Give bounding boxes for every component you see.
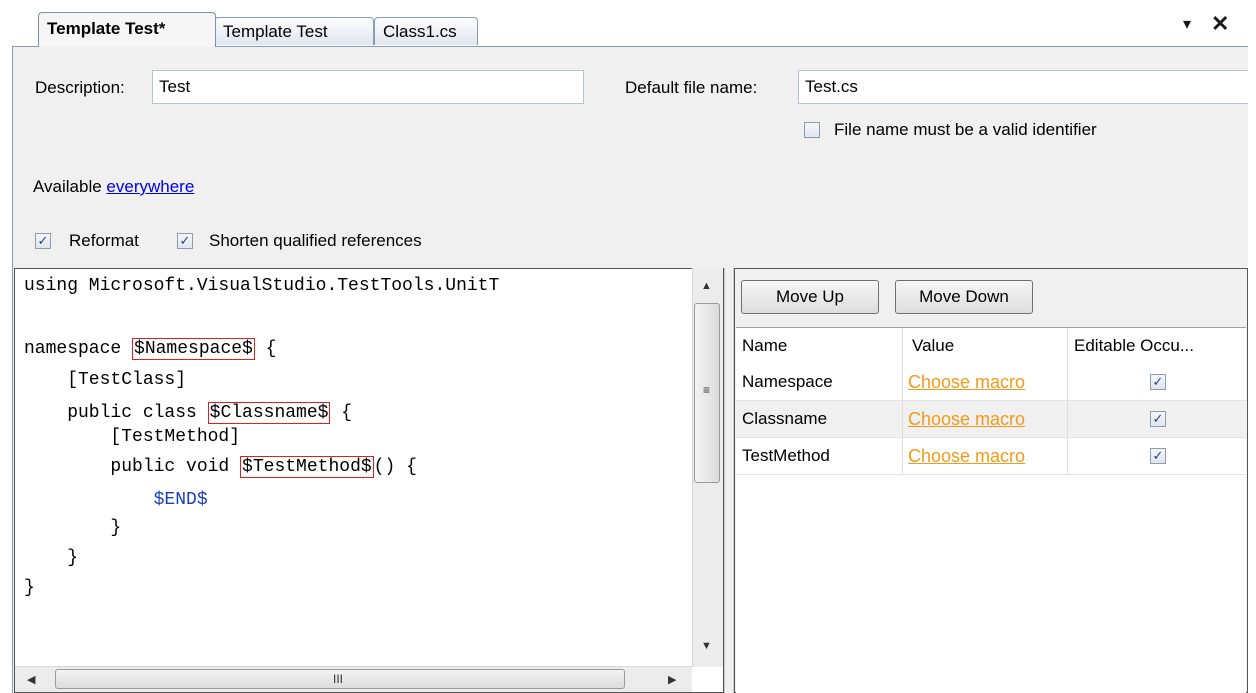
- valid-identifier-checkbox[interactable]: [804, 122, 820, 138]
- scroll-left-icon[interactable]: ◀: [27, 673, 35, 686]
- code-line: $END$: [24, 490, 208, 510]
- scroll-down-icon[interactable]: ▼: [701, 640, 712, 652]
- tab-class1[interactable]: Class1.cs: [374, 17, 478, 45]
- available-everywhere-link[interactable]: everywhere: [106, 177, 194, 196]
- description-label: Description:: [35, 78, 125, 97]
- table-row[interactable]: Namespace Choose macro ✓: [736, 364, 1246, 401]
- reformat-checkbox[interactable]: ✓: [35, 233, 51, 249]
- column-header-value[interactable]: Value: [912, 328, 954, 364]
- grid-header: Name Value Editable Occu...: [736, 328, 1246, 365]
- choose-macro-link[interactable]: Choose macro: [908, 446, 1025, 466]
- move-up-button[interactable]: Move Up: [741, 280, 879, 314]
- reformat-label: Reformat: [69, 231, 139, 250]
- column-divider: [902, 328, 903, 475]
- code-line: namespace $Namespace$ {: [24, 338, 277, 360]
- close-icon[interactable]: ✕: [1211, 11, 1229, 37]
- column-divider: [1067, 328, 1068, 475]
- editable-checkbox[interactable]: ✓: [1150, 374, 1166, 390]
- available-prefix: Available: [33, 177, 102, 196]
- editable-checkbox[interactable]: ✓: [1150, 411, 1166, 427]
- pane-splitter[interactable]: [724, 268, 734, 693]
- testmethod-macro[interactable]: $TestMethod$: [240, 456, 374, 478]
- code-line: }: [24, 548, 79, 568]
- classname-macro[interactable]: $Classname$: [207, 402, 331, 424]
- grip-icon: ≡: [703, 383, 711, 397]
- editable-checkbox[interactable]: ✓: [1150, 448, 1166, 464]
- code-text: {: [330, 403, 353, 423]
- description-field[interactable]: Test: [152, 70, 584, 104]
- code-text: public class: [24, 403, 208, 423]
- code-line: [TestMethod]: [24, 427, 241, 447]
- table-row[interactable]: TestMethod Choose macro ✓: [736, 438, 1246, 475]
- tab-template-test[interactable]: Template Test: [214, 17, 374, 45]
- default-file-name-label: Default file name:: [625, 78, 758, 97]
- param-name: Classname: [742, 409, 828, 428]
- shorten-references-label: Shorten qualified references: [209, 231, 422, 250]
- end-macro: $END$: [153, 490, 208, 510]
- default-file-name-field[interactable]: Test.cs: [798, 70, 1248, 104]
- tab-template-test-modified[interactable]: Template Test*: [38, 12, 216, 47]
- valid-identifier-label: File name must be a valid identifier: [834, 120, 1097, 139]
- namespace-macro[interactable]: $Namespace$: [132, 338, 255, 360]
- code-line: public void $TestMethod$() {: [24, 456, 417, 478]
- code-line: using Microsoft.VisualStudio.TestTools.U…: [24, 276, 500, 296]
- code-text: namespace: [24, 339, 133, 359]
- table-row[interactable]: Classname Choose macro ✓: [736, 401, 1246, 438]
- grip-icon: III: [333, 672, 344, 686]
- shorten-references-checkbox[interactable]: ✓: [177, 233, 193, 249]
- code-line: }: [24, 578, 35, 598]
- code-line: }: [24, 518, 122, 538]
- param-name: TestMethod: [742, 446, 830, 465]
- choose-macro-link[interactable]: Choose macro: [908, 409, 1025, 429]
- code-editor[interactable]: [14, 268, 724, 693]
- availability-text: Available everywhere: [33, 177, 194, 197]
- chevron-down-icon[interactable]: ▾: [1183, 14, 1191, 34]
- column-header-editable[interactable]: Editable Occu...: [1074, 328, 1194, 364]
- param-name: Namespace: [742, 372, 833, 391]
- code-line: public class $Classname$ {: [24, 402, 353, 424]
- tab-strip: Template Test Class1.cs Template Test*: [0, 0, 1256, 47]
- scroll-up-icon[interactable]: ▲: [701, 280, 712, 292]
- code-text: () {: [373, 457, 417, 477]
- code-line: [TestClass]: [24, 370, 187, 390]
- move-down-button[interactable]: Move Down: [895, 280, 1033, 314]
- column-header-name[interactable]: Name: [742, 328, 787, 364]
- code-text: {: [254, 339, 277, 359]
- scroll-right-icon[interactable]: ▶: [668, 673, 676, 686]
- choose-macro-link[interactable]: Choose macro: [908, 372, 1025, 392]
- code-text: public void: [24, 457, 241, 477]
